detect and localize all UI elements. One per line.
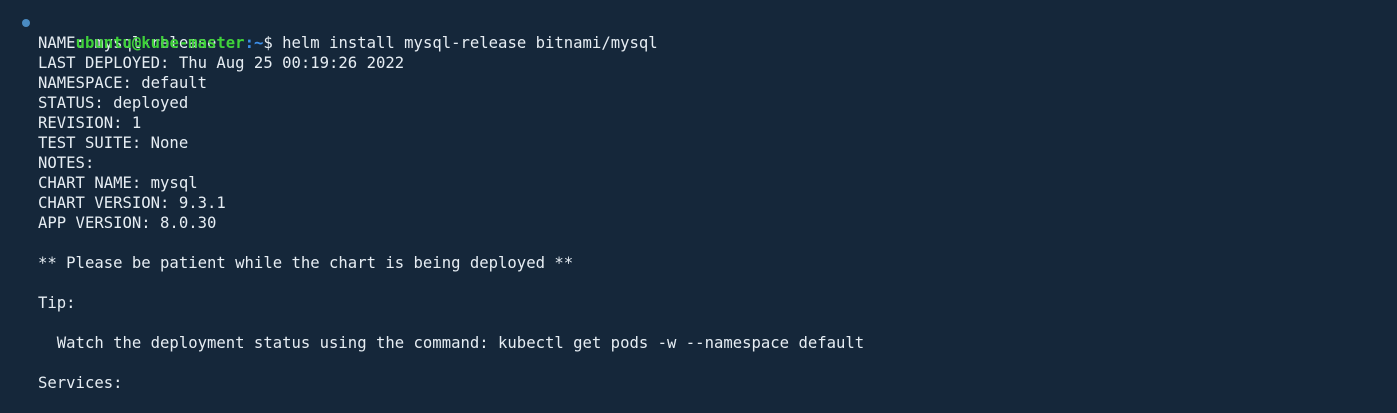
prompt-line: ubuntu@kube-master:~$ helm install mysql… [22,13,1397,52]
output-line: TEST SUITE: None [38,134,189,152]
output-line: LAST DEPLOYED: Thu Aug 25 00:19:26 2022 [38,54,405,72]
output-line: Services: [38,374,123,392]
command-text: helm install mysql-release bitnami/mysql [282,34,658,52]
output-line: ** Please be patient while the chart is … [38,254,574,272]
command-status-dot-icon[interactable] [22,19,30,27]
output-line: CHART NAME: mysql [38,174,198,192]
output-line: APP VERSION: 8.0.30 [38,214,217,232]
output-line: REVISION: 1 [38,114,142,132]
output-line: NOTES: [38,154,95,172]
output-line: CHART VERSION: 9.3.1 [38,194,226,212]
output-line: NAMESPACE: default [38,74,207,92]
prompt-path: :~ [244,34,264,52]
output-line: Watch the deployment status using the co… [38,334,865,352]
command-output: NAME: mysql-release LAST DEPLOYED: Thu Au… [38,33,1397,393]
terminal-window[interactable]: ubuntu@kube-master:~$ helm install mysql… [0,0,1397,413]
prompt-symbol: $ [263,34,283,52]
output-line: STATUS: deployed [38,94,189,112]
output-line: Tip: [38,294,76,312]
prompt-user-host: ubuntu@kube-master [75,34,245,52]
